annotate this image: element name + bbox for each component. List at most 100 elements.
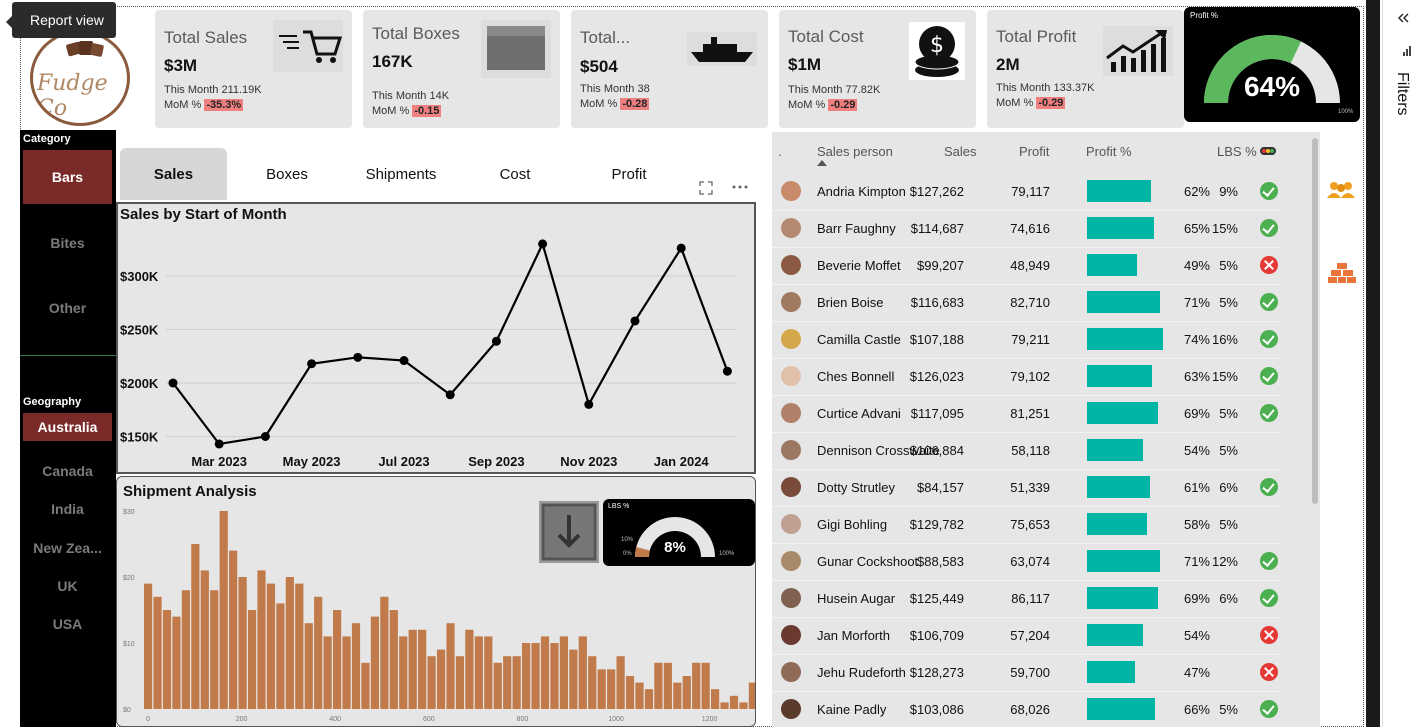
shipment-bar[interactable]: [276, 603, 285, 709]
sales-data-point[interactable]: [307, 359, 317, 369]
column-header-sales[interactable]: Sales: [944, 144, 977, 159]
shipment-bar[interactable]: [361, 662, 370, 709]
shipment-bar[interactable]: [597, 669, 606, 709]
tab-boxes[interactable]: Boxes: [235, 148, 339, 200]
column-header-profit-pct[interactable]: Profit %: [1086, 144, 1132, 159]
shipment-bar[interactable]: [635, 682, 644, 709]
more-options-icon[interactable]: [732, 184, 748, 190]
sales-data-point[interactable]: [584, 399, 594, 409]
shipment-bar[interactable]: [380, 596, 389, 709]
table-row[interactable]: Brien Boise $116,683 82,710 71% 5%: [772, 285, 1282, 322]
shipment-bar[interactable]: [692, 662, 701, 709]
shipment-bar[interactable]: [229, 550, 238, 709]
table-row[interactable]: Husein Augar $125,449 86,117 69% 6%: [772, 581, 1282, 618]
table-row[interactable]: Gigi Bohling $129,782 75,653 58% 5%: [772, 507, 1282, 544]
table-row[interactable]: Camilla Castle $107,188 79,211 74% 16%: [772, 322, 1282, 359]
shipment-bar[interactable]: [616, 656, 625, 709]
shipment-bar[interactable]: [682, 676, 691, 709]
sales-data-point[interactable]: [260, 432, 270, 441]
shipment-bar[interactable]: [512, 656, 521, 709]
shipment-bar[interactable]: [701, 662, 710, 709]
shipment-bar[interactable]: [720, 702, 729, 709]
shipment-bar[interactable]: [654, 662, 663, 709]
shipment-analysis-chart[interactable]: Shipment Analysis $30 $20 $10 $0 0 200 400 600 8…: [116, 476, 756, 727]
filters-label[interactable]: Filters: [1393, 72, 1411, 116]
sales-data-point[interactable]: [353, 352, 363, 362]
shipment-bar[interactable]: [389, 610, 398, 709]
shipment-bar[interactable]: [540, 636, 550, 709]
table-scrollbar[interactable]: [1312, 138, 1318, 504]
lbs-gauge-card[interactable]: LBS % 8% 10% 0% 100%: [603, 499, 755, 566]
table-row[interactable]: Jan Morforth $106,709 57,204 54%: [772, 618, 1282, 655]
shipment-bar[interactable]: [323, 636, 332, 709]
shipment-bar[interactable]: [625, 676, 635, 709]
sales-data-point[interactable]: [491, 336, 501, 346]
slicer-item-india[interactable]: India: [23, 501, 112, 517]
shipment-bar[interactable]: [748, 682, 755, 709]
shipment-bar[interactable]: [673, 682, 682, 709]
kpi-card-total-sales[interactable]: Total Sales $3M This Month 211.19K MoM %…: [155, 10, 352, 128]
tab-profit[interactable]: Profit: [578, 148, 680, 200]
shipment-bar[interactable]: [550, 643, 559, 709]
shipment-bar[interactable]: [578, 636, 587, 709]
table-row[interactable]: Gunar Cockshoot $88,583 63,074 71% 12%: [772, 544, 1282, 581]
shipment-bar[interactable]: [333, 610, 342, 709]
sales-line-chart[interactable]: Sales by Start of Month $300K $250K $200K $…: [116, 202, 756, 474]
sales-data-point[interactable]: [538, 239, 548, 249]
table-row[interactable]: Jehu Rudeforth $128,273 59,700 47%: [772, 655, 1282, 692]
shipment-bar[interactable]: [247, 610, 257, 709]
shipment-bar[interactable]: [210, 590, 219, 709]
shipment-bar[interactable]: [427, 656, 436, 709]
shipment-bar[interactable]: [588, 656, 597, 709]
shipment-bar[interactable]: [465, 629, 474, 709]
shipment-bar[interactable]: [436, 649, 446, 709]
filter-icon[interactable]: [1403, 46, 1411, 56]
shipment-bar[interactable]: [418, 629, 427, 709]
shipment-bar[interactable]: [295, 583, 304, 709]
table-row[interactable]: Beverie Moffet $99,207 48,949 49% 5%: [772, 248, 1282, 285]
sales-person-table[interactable]: . Sales person Sales Profit Profit % LBS…: [772, 132, 1320, 727]
slicer-item-canada[interactable]: Canada: [23, 463, 112, 479]
kpi-card-total-cost[interactable]: Total Cost $1M This Month 77.82K MoM % -…: [779, 10, 976, 128]
sales-data-point[interactable]: [399, 356, 409, 366]
slicer-item-bars[interactable]: Bars: [23, 150, 112, 204]
shipment-bar[interactable]: [351, 623, 361, 709]
profit-gauge-card[interactable]: Profit % 64% 100%: [1184, 7, 1360, 122]
shipment-bar[interactable]: [304, 623, 313, 709]
tab-shipments[interactable]: Shipments: [345, 148, 457, 200]
shipment-bar[interactable]: [219, 511, 228, 709]
kpi-card-total-profit[interactable]: Total Profit 2M This Month 133.37K MoM %…: [987, 10, 1184, 128]
shipment-bar[interactable]: [342, 636, 351, 709]
shipment-bar[interactable]: [238, 577, 247, 709]
collapse-pane-icon[interactable]: [1397, 12, 1409, 24]
shipment-bar[interactable]: [559, 636, 568, 709]
column-header-lbs-pct[interactable]: LBS %: [1217, 144, 1257, 159]
shipment-bar[interactable]: [531, 643, 540, 709]
shipment-bar[interactable]: [408, 629, 417, 709]
table-row[interactable]: Barr Faughny $114,687 74,616 65% 15%: [772, 211, 1282, 248]
column-header-profit[interactable]: Profit: [1019, 144, 1049, 159]
sales-data-point[interactable]: [722, 366, 732, 376]
filters-pane[interactable]: Filters: [1382, 0, 1426, 727]
boxes-stack-icon[interactable]: [1328, 262, 1356, 284]
slicer-item-bites[interactable]: Bites: [23, 235, 112, 251]
shipment-bar[interactable]: [493, 662, 502, 709]
slicer-item-other[interactable]: Other: [23, 300, 112, 316]
column-header-sales-person[interactable]: Sales person: [817, 144, 893, 159]
shipment-bar[interactable]: [484, 636, 493, 709]
table-row[interactable]: Andria Kimpton $127,262 79,117 62% 9%: [772, 174, 1282, 211]
shipment-bar[interactable]: [399, 636, 408, 709]
shipment-bar[interactable]: [474, 636, 483, 709]
shipment-bar[interactable]: [144, 583, 153, 709]
sales-data-point[interactable]: [214, 439, 224, 449]
sales-data-point[interactable]: [630, 316, 640, 326]
sales-data-point[interactable]: [168, 378, 178, 388]
shipment-bar[interactable]: [503, 656, 512, 709]
shipment-bar[interactable]: [607, 669, 616, 709]
shipment-bar[interactable]: [200, 570, 209, 709]
focus-mode-icon[interactable]: [698, 180, 714, 196]
shipment-bar[interactable]: [162, 610, 172, 709]
slicer-item-uk[interactable]: UK: [23, 578, 112, 594]
sales-data-point[interactable]: [445, 390, 455, 400]
kpi-card-total-shipments[interactable]: Total... $504 This Month 38 MoM % -0.28: [571, 10, 768, 128]
